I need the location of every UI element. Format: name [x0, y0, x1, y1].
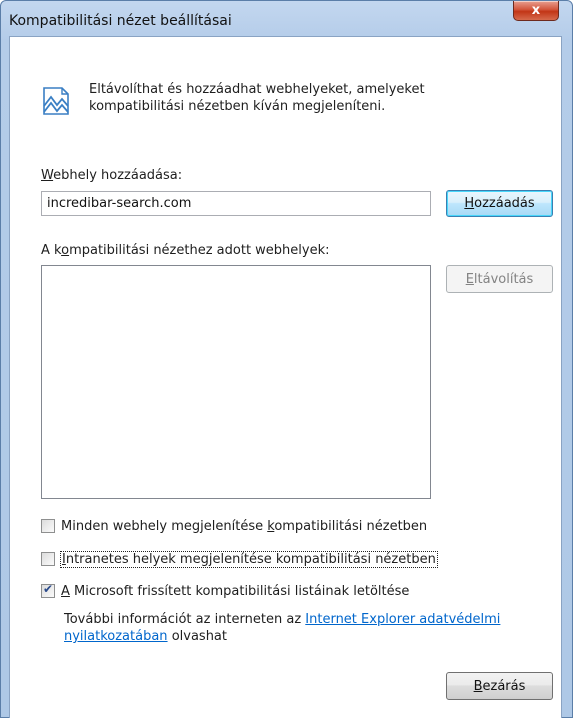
more-info-text: További információt az interneten az Int… [64, 611, 544, 645]
option-intranet-sites[interactable]: Intranetes helyek megjelenítése kompatib… [41, 550, 438, 568]
download-lists-label[interactable]: A Microsoft frissített kompatibilitási l… [61, 584, 409, 599]
all-sites-label-post: ompatibilitási nézetben [274, 518, 428, 534]
more-info-after: olvashat [167, 629, 227, 644]
option-download-lists[interactable]: A Microsoft frissített kompatibilitási l… [41, 582, 409, 600]
all-sites-label[interactable]: Minden webhely megjelenítése kompatibili… [61, 519, 427, 534]
close-button-label: ezárás [482, 678, 526, 694]
add-site-label: Webhely hozzáadása: [41, 168, 182, 183]
download-lists-label-post: Microsoft frissített kompatibilitási lis… [69, 583, 410, 599]
intranet-checkbox[interactable] [41, 552, 55, 566]
remove-button-label: ltávolítás [473, 271, 534, 287]
add-button-label: ozzáadás [474, 196, 535, 211]
add-site-label-key: W [41, 168, 54, 183]
all-sites-label-pre: Minden webhely megjelenítése [61, 518, 268, 534]
close-window-button[interactable]: x [513, 1, 559, 21]
compatibility-site-list[interactable] [41, 265, 431, 499]
option-all-sites[interactable]: Minden webhely megjelenítése kompatibili… [41, 517, 427, 535]
add-site-label-text: ebhely hozzáadása: [53, 168, 183, 183]
all-sites-checkbox[interactable] [41, 519, 55, 533]
more-info-before: További információt az interneten az [64, 612, 306, 627]
intro-text: Eltávolíthat és hozzáadhat webhelyeket, … [89, 82, 425, 114]
compatibility-view-icon [40, 80, 72, 118]
intranet-label-post: ntranetes helyek megjelenítése kompatibi… [65, 551, 436, 567]
add-button[interactable]: Hozzáadás [446, 190, 553, 217]
close-icon: x [531, 3, 541, 18]
site-list-label: A kompatibilitási nézethez adott webhely… [41, 243, 330, 258]
add-site-input[interactable] [41, 191, 431, 216]
remove-button-key: E [465, 271, 474, 287]
intranet-label[interactable]: Intranetes helyek megjelenítése kompatib… [60, 550, 438, 568]
remove-button[interactable]: Eltávolítás [446, 265, 553, 293]
window-title: Kompatibilitási nézet beállításai [9, 13, 232, 29]
download-lists-checkbox[interactable] [41, 582, 55, 598]
site-list-label-key: o [61, 243, 70, 258]
download-lists-label-key: A [61, 583, 70, 599]
site-list-label-rest: mpatibilitási nézethez adott webhelyek: [69, 243, 330, 258]
title-bar[interactable]: Kompatibilitási nézet beállításai x [1, 1, 572, 37]
close-button-key: B [473, 678, 483, 694]
close-button[interactable]: Bezárás [446, 672, 553, 700]
site-list-label-start: A k [41, 243, 62, 258]
add-button-key: H [464, 196, 475, 211]
